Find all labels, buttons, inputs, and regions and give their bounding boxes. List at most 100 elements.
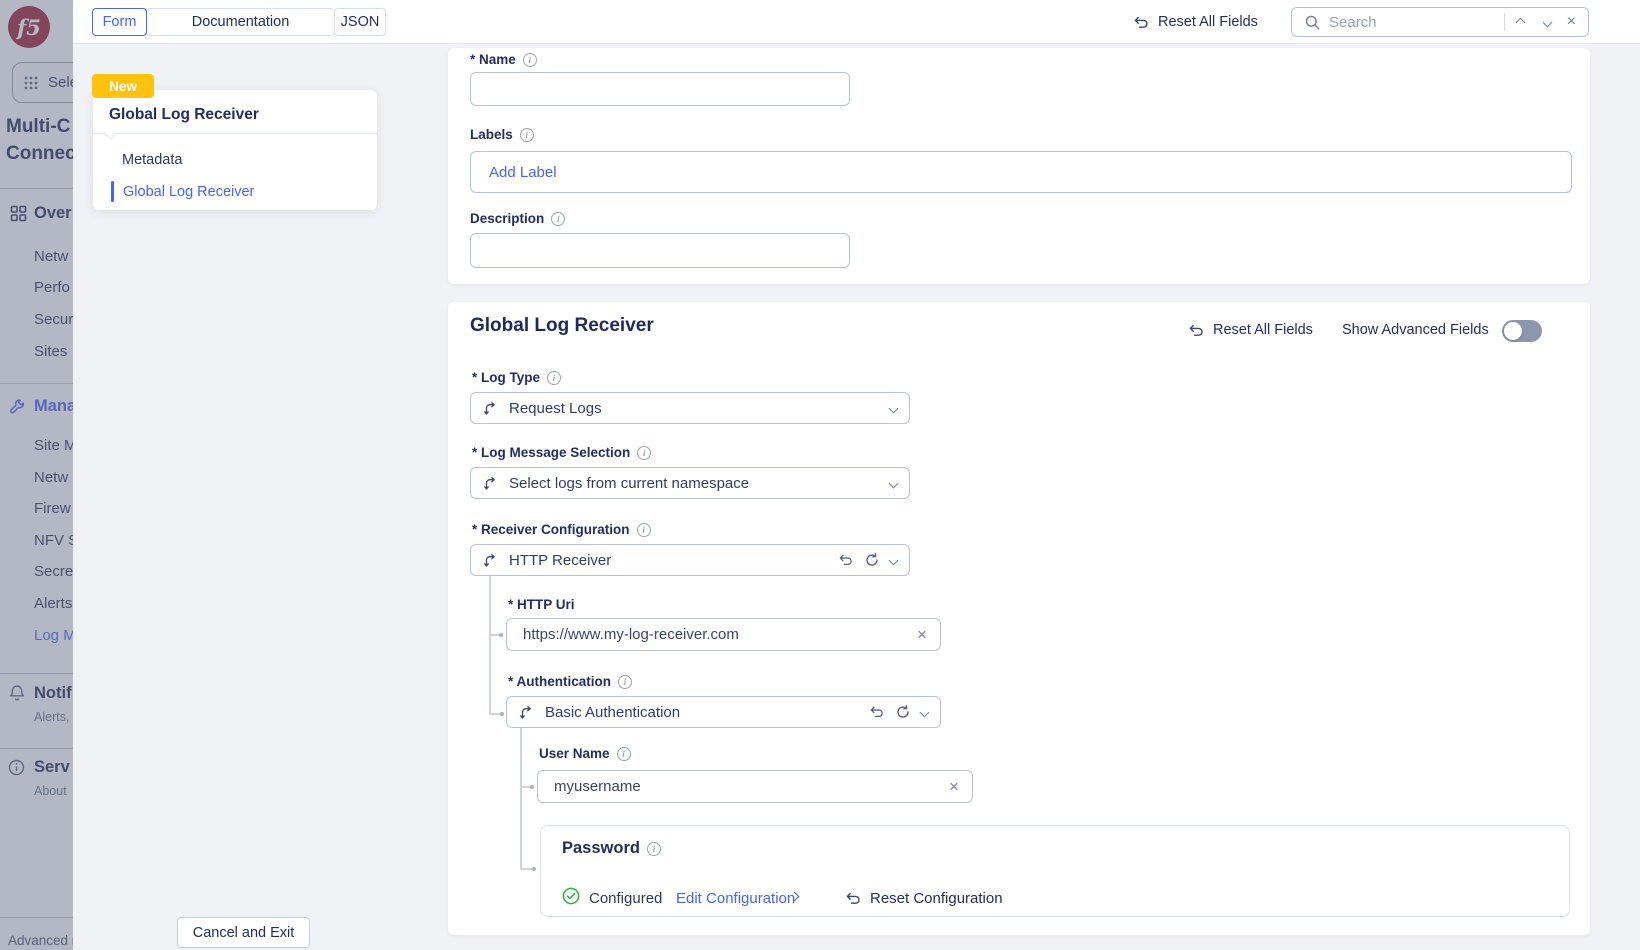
cancel-and-exit-label: Cancel and Exit [193,925,295,941]
name-input[interactable] [470,72,850,106]
search-close-icon[interactable]: × [1561,13,1588,31]
section-title: Global Log Receiver [470,315,654,337]
modal-topbar: Form Documentation JSON Reset All Fields… [73,0,1640,44]
password-label: Password [562,839,661,858]
tab-form[interactable]: Form [92,8,147,36]
undo-icon[interactable] [838,553,854,567]
info-icon[interactable] [617,747,631,761]
receiver-configuration-select[interactable]: HTTP Receiver [470,544,910,576]
show-advanced-text: Show Advanced Fields [1342,322,1489,338]
new-badge-label: New [109,79,137,94]
description-label-text: Description [470,211,544,226]
log-message-selection-value: Select logs from current namespace [509,475,879,492]
info-icon[interactable] [647,842,661,856]
search-next-button[interactable] [1534,13,1561,31]
name-label-text: * Name [470,52,516,67]
refresh-icon[interactable] [865,553,879,567]
authentication-value: Basic Authentication [545,704,858,721]
wizard-step-metadata[interactable]: Metadata [122,152,182,168]
tree-connector-dot [499,633,503,637]
wizard-nav-divider [93,133,377,134]
search-prev-button[interactable] [1505,13,1534,31]
password-label-text: Password [562,839,640,858]
tab-json-label: JSON [341,14,380,30]
reset-all-fields-button-section[interactable]: Reset All Fields [1188,322,1313,338]
cancel-and-exit-button[interactable]: Cancel and Exit [177,917,310,948]
http-uri-label-text: * HTTP Uri [508,597,575,612]
log-message-selection-select[interactable]: Select logs from current namespace [470,467,910,499]
tab-form-label: Form [103,14,137,30]
tree-connector-dot [530,785,534,789]
description-field-label: Description [470,211,565,226]
info-icon[interactable] [637,523,651,537]
wizard-step-global-log-receiver[interactable]: Global Log Receiver [123,184,254,200]
authentication-label: * Authentication [508,674,632,689]
chevron-down-icon [920,707,930,717]
info-icon[interactable] [618,675,632,689]
tab-documentation[interactable]: Documentation [146,8,335,36]
http-uri-input[interactable] [506,618,941,651]
branch-select-icon [483,476,498,491]
branch-select-icon [519,705,534,720]
show-advanced-fields-label: Show Advanced Fields [1342,322,1489,338]
undo-icon [1188,323,1205,338]
info-icon[interactable] [523,53,537,67]
search-icon [1305,15,1320,30]
user-name-label: User Name [539,746,631,761]
labels-label-text: Labels [470,127,513,142]
info-icon[interactable] [547,371,561,385]
undo-icon [845,891,862,906]
description-input[interactable] [470,233,850,268]
reset-all-fields-label: Reset All Fields [1158,14,1258,30]
receiver-configuration-label-text: * Receiver Configuration [472,522,630,537]
search-input[interactable] [1329,14,1504,31]
undo-icon [1133,15,1150,30]
edit-configuration-link[interactable]: Edit Configuration [676,890,795,907]
clear-field-icon[interactable]: × [949,778,959,795]
password-status: Configured [589,890,662,907]
chevron-down-icon [889,555,899,565]
log-message-selection-label-text: * Log Message Selection [472,445,630,460]
refresh-icon[interactable] [896,705,910,719]
branch-select-icon [483,553,498,568]
log-type-value: Request Logs [509,400,879,417]
reset-all-fields-button-top[interactable]: Reset All Fields [1133,14,1258,30]
tree-connector-dot [532,867,536,871]
tab-documentation-label: Documentation [192,14,290,30]
configured-check-icon [562,887,580,905]
modal-backdrop [0,0,73,950]
chevron-down-icon [889,478,899,488]
name-field-label: * Name [470,52,537,67]
user-name-label-text: User Name [539,746,610,761]
new-badge: New [92,74,154,98]
labels-field-label: Labels [470,127,534,142]
info-icon[interactable] [520,128,534,142]
log-type-select[interactable]: Request Logs [470,392,910,424]
undo-icon[interactable] [869,705,885,719]
reset-configuration-button[interactable]: Reset Configuration [845,890,1003,907]
wizard-title: Global Log Receiver [109,106,259,124]
log-type-label: * Log Type [472,370,561,385]
log-message-selection-label: * Log Message Selection [472,445,651,460]
log-type-label-text: * Log Type [472,370,540,385]
clear-field-icon[interactable]: × [917,626,927,643]
info-icon[interactable] [637,446,651,460]
tab-json[interactable]: JSON [334,8,386,36]
labels-box: Add Label [470,151,1572,193]
section-reset-label: Reset All Fields [1213,322,1313,338]
authentication-select[interactable]: Basic Authentication [506,696,941,728]
branch-select-icon [483,401,498,416]
user-name-input[interactable] [537,770,973,803]
receiver-configuration-value: HTTP Receiver [509,552,827,569]
search-bar: × [1291,7,1589,37]
show-advanced-fields-toggle[interactable] [1502,320,1542,342]
reset-configuration-label: Reset Configuration [870,890,1003,907]
info-icon[interactable] [551,212,565,226]
tree-connector-dot [500,712,504,716]
toggle-knob [1504,322,1522,340]
chevron-down-icon [889,403,899,413]
authentication-label-text: * Authentication [508,674,611,689]
add-label-button[interactable]: Add Label [489,164,557,181]
tree-connector-line [520,728,522,869]
receiver-configuration-label: * Receiver Configuration [472,522,651,537]
